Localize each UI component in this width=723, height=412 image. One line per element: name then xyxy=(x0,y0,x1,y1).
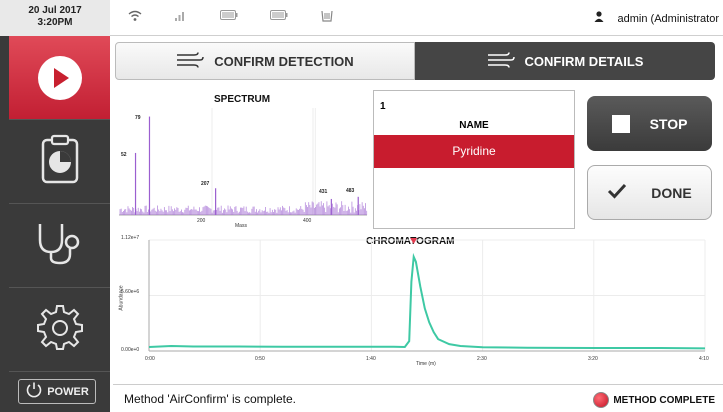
chromatogram-plot xyxy=(148,238,706,352)
sidebar-item-reports[interactable] xyxy=(9,120,110,204)
chromatogram-y-axis-label: Abundance xyxy=(118,285,125,311)
air-flow-icon xyxy=(176,51,205,72)
spectrum-plot xyxy=(119,108,368,216)
power-label: POWER xyxy=(47,385,89,398)
clipboard-chart-icon xyxy=(40,134,80,189)
user-name: admin (Administrator xyxy=(617,13,719,25)
spectrum-peak-label: 483 xyxy=(346,188,355,194)
tab-confirm-details[interactable]: CONFIRM DETAILS xyxy=(415,42,715,80)
spectrum-x-axis-label: Mass xyxy=(235,223,247,229)
power-icon xyxy=(25,381,43,402)
stop-button[interactable]: STOP xyxy=(587,96,712,151)
compound-result-card: 1 NAME Pyridine xyxy=(373,90,575,229)
spectrum-peak-label: 207 xyxy=(201,181,210,187)
gear-icon xyxy=(36,303,84,356)
chromatogram-x-tick: 2:30 xyxy=(477,356,487,362)
name-column-header: NAME xyxy=(459,120,489,131)
date-text: 20 Jul 2017 xyxy=(28,5,82,16)
done-label: DONE xyxy=(651,184,692,201)
play-icon xyxy=(37,55,82,100)
user-account[interactable]: admin (Administrator xyxy=(594,11,719,25)
spectrum-x-tick: 400 xyxy=(303,218,312,224)
status-indicator-icon xyxy=(593,392,610,408)
chromatogram-x-tick: 1:40 xyxy=(366,356,376,362)
sidebar-item-run[interactable] xyxy=(9,36,110,120)
top-status-bar: 20 Jul 2017 3:20PM admin (Administrator xyxy=(0,0,723,36)
chromatogram-x-tick: 4:10 xyxy=(699,356,709,362)
sidebar: POWER xyxy=(0,36,110,412)
tab-confirm-details-label: CONFIRM DETAILS xyxy=(524,53,644,69)
battery-secondary-icon xyxy=(270,10,288,23)
chromatogram-x-tick: 0:00 xyxy=(145,356,155,362)
chromatogram-x-axis-label: Time (m) xyxy=(416,361,436,367)
battery-icon xyxy=(220,10,238,23)
compound-name-row[interactable]: Pyridine xyxy=(374,135,574,168)
tab-confirm-detection[interactable]: CONFIRM DETECTION xyxy=(115,42,415,80)
stethoscope-icon xyxy=(34,220,86,271)
checkmark-icon xyxy=(607,183,627,202)
chromatogram-y-tick: 0.00e+0 xyxy=(121,347,140,353)
sidebar-item-settings[interactable] xyxy=(9,288,110,372)
sidebar-item-diagnostics[interactable] xyxy=(9,204,110,288)
tab-confirm-detection-label: CONFIRM DETECTION xyxy=(214,53,354,69)
spectrum-chart: SPECTRUM 200 400 Mass 52 79 207 431 483 xyxy=(113,88,371,230)
done-button[interactable]: DONE xyxy=(587,165,712,220)
status-message: Method 'AirConfirm' is complete. xyxy=(124,392,296,406)
status-footer: Method 'AirConfirm' is complete. METHOD … xyxy=(113,384,723,412)
spectrum-peak-label: 431 xyxy=(319,189,328,195)
chromatogram-chart: CHROMATOGRAM 1.12e+7 5.60e+6 0.00e+0 Abu… xyxy=(113,232,715,380)
result-index: 1 xyxy=(380,101,386,112)
signal-strength-icon xyxy=(174,10,186,25)
peak-marker-icon xyxy=(410,238,418,244)
chromatogram-y-tick: 1.12e+7 xyxy=(121,235,140,241)
spectrum-x-tick: 200 xyxy=(197,218,206,224)
method-status: METHOD COMPLETE xyxy=(593,392,715,408)
date-time-display: 20 Jul 2017 3:20PM xyxy=(0,0,110,36)
user-icon xyxy=(594,11,604,25)
spectrum-peak-label: 52 xyxy=(121,152,127,158)
gas-cylinder-icon xyxy=(320,10,334,25)
power-button[interactable]: POWER xyxy=(18,379,96,404)
stop-icon xyxy=(611,114,630,133)
time-text: 3:20PM xyxy=(37,17,73,28)
air-flow-icon xyxy=(487,51,515,72)
chromatogram-series-line xyxy=(148,252,706,350)
chromatogram-x-tick: 3:20 xyxy=(588,356,598,362)
method-status-label: METHOD COMPLETE xyxy=(613,394,715,406)
wifi-icon xyxy=(128,10,142,25)
chromatogram-x-tick: 0:50 xyxy=(255,356,265,362)
spectrum-peak-label: 79 xyxy=(135,115,141,121)
stop-label: STOP xyxy=(649,115,688,132)
